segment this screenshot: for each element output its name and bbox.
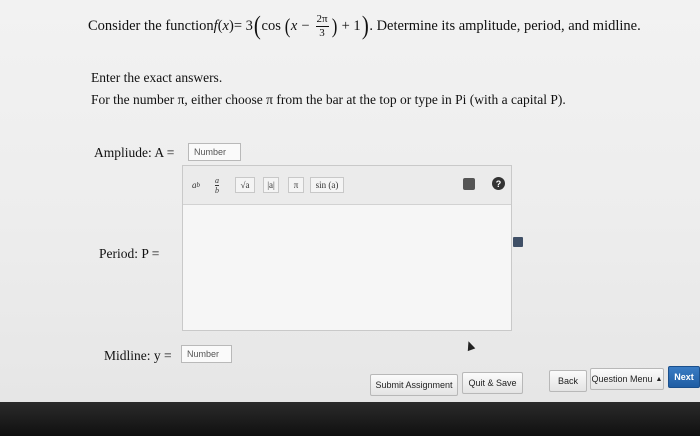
fraction-button[interactable]: a b [210, 175, 224, 195]
fraction-btn-num: a [215, 175, 219, 186]
caret-up-icon: ▲ [655, 375, 663, 383]
side-badge-icon [513, 237, 523, 247]
cos-text: cos [261, 17, 281, 34]
assignment-page: Consider the function f ( x ) = 3 ( cos … [0, 0, 700, 402]
bottom-frame [0, 402, 700, 436]
instruction-line-1: Enter the exact answers. [91, 70, 223, 85]
power-exp: b [196, 181, 201, 189]
question-text: Consider the function f ( x ) = 3 ( cos … [88, 8, 641, 44]
quit-save-button[interactable]: Quit & Save [462, 372, 523, 394]
back-button[interactable]: Back [549, 370, 587, 392]
period-math-editor[interactable] [182, 165, 512, 331]
inner-var: x [290, 17, 298, 34]
fraction-numerator: 2π [315, 13, 329, 27]
phase-fraction: 2π 3 [315, 13, 329, 39]
pi-button[interactable]: π [288, 177, 304, 193]
fraction-denominator: 3 [319, 26, 325, 39]
instruction-line-2: For the number π, either choose π from t… [91, 92, 566, 107]
plus-one: + 1 [341, 17, 361, 34]
inner-paren-close: ) [331, 13, 337, 38]
submit-assignment-button[interactable]: Submit Assignment [370, 374, 458, 396]
power-button[interactable]: ab [188, 177, 204, 193]
sin-button[interactable]: sin (a) [310, 177, 344, 193]
question-prefix: Consider the function [88, 17, 214, 34]
mouse-cursor-icon [464, 339, 476, 352]
inner-paren-open: ( [284, 13, 291, 38]
fraction-btn-den: b [215, 185, 219, 195]
help-icon[interactable]: ? [492, 177, 505, 190]
sqrt-button[interactable]: √a [235, 177, 255, 193]
question-suffix: . Determine its amplitude, period, and m… [369, 17, 641, 34]
abs-button[interactable]: |a| [263, 177, 279, 193]
outer-paren-open: ( [253, 11, 261, 40]
keyboard-icon[interactable] [463, 178, 475, 190]
midline-label: Midline: y = [104, 348, 172, 363]
math-toolbar [183, 166, 511, 205]
outer-paren-close: ) [361, 11, 369, 40]
amplitude-input[interactable]: Number [188, 143, 241, 161]
midline-input[interactable]: Number [181, 345, 232, 363]
amplitude-label: Ampliude: A = [94, 145, 175, 160]
minus-sign: − [301, 17, 310, 34]
question-menu-label: Question Menu [591, 374, 653, 384]
equals-coef: = 3 [233, 17, 253, 34]
question-menu-button[interactable]: Question Menu ▲ [590, 368, 664, 390]
period-label: Period: P = [99, 246, 160, 261]
next-button[interactable]: Next [668, 366, 700, 388]
